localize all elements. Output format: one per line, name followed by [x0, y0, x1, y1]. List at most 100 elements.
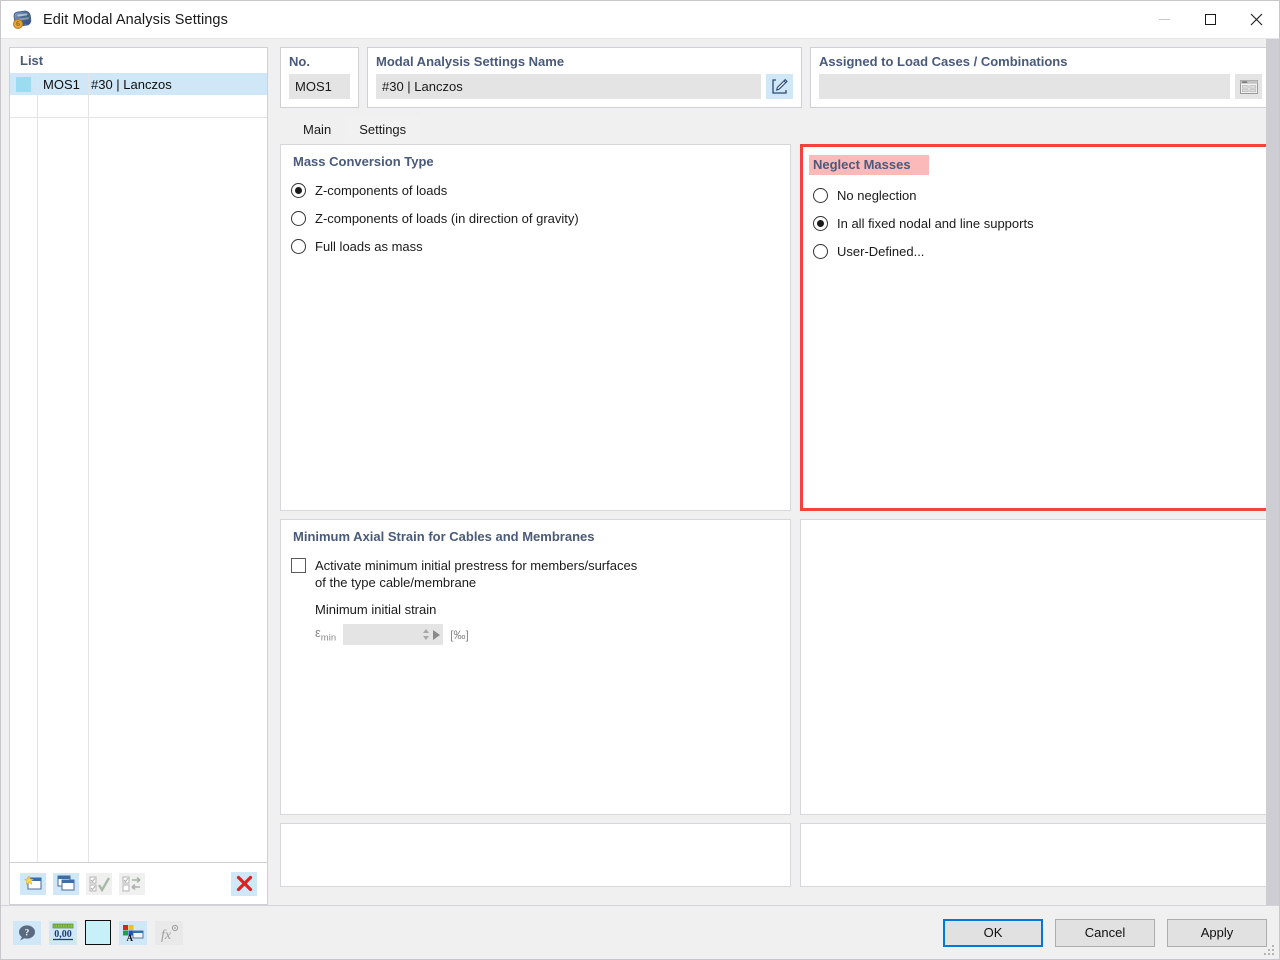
radio-icon [813, 244, 828, 259]
radio-icon [291, 183, 306, 198]
table-picker-icon [1239, 79, 1258, 94]
fx-formula-icon: fx [161, 924, 179, 942]
help-info-icon[interactable]: ? [13, 920, 41, 945]
ok-button[interactable]: OK [943, 918, 1043, 947]
number-format-icon: 0,00 [52, 923, 74, 941]
empty-panel-right-1 [800, 519, 1271, 815]
copy-window-icon [57, 875, 75, 891]
option-label: No neglection [837, 188, 917, 203]
delete-item-button[interactable] [231, 871, 257, 896]
name-label: Modal Analysis Settings Name [376, 54, 565, 69]
svg-text:0,00: 0,00 [54, 929, 72, 940]
panel-row-1: Mass Conversion Type Z-components of loa… [280, 144, 1271, 511]
settings-tab-panel: Mass Conversion Type Z-components of loa… [280, 143, 1271, 905]
min-axial-strain-group: Minimum Axial Strain for Cables and Memb… [280, 519, 791, 815]
checkbox-icon [291, 558, 306, 573]
option-label: Z-components of loads (in direction of g… [315, 211, 579, 226]
edit-name-button[interactable] [766, 74, 793, 99]
expand-arrow-icon[interactable] [433, 629, 441, 640]
resize-grip[interactable] [1264, 945, 1275, 956]
no-input[interactable] [289, 74, 350, 99]
list-rows: MOS1 #30 | Lanczos [10, 73, 267, 862]
select-all-icon [89, 876, 110, 892]
decimal-places-icon[interactable]: 0,00 [49, 920, 77, 945]
svg-text:A: A [127, 933, 134, 942]
tab-main[interactable]: Main [289, 117, 345, 143]
vertical-scrollbar[interactable] [1266, 39, 1279, 905]
neglect-masses-option-1[interactable]: In all fixed nodal and line supports [813, 215, 1258, 232]
neglect-masses-title: Neglect Masses [809, 155, 929, 175]
window-title: Edit Modal Analysis Settings [43, 11, 228, 28]
neglect-masses-option-2[interactable]: User-Defined... [813, 243, 1258, 260]
header-fields-row: No. Modal Analysis Settings Name [280, 47, 1271, 108]
minimum-initial-strain-input[interactable] [343, 624, 444, 645]
option-label: In all fixed nodal and line supports [837, 216, 1034, 231]
close-button[interactable] [1233, 1, 1279, 38]
assigned-input[interactable] [819, 74, 1230, 99]
list-item-name: #30 | Lanczos [91, 76, 172, 92]
panel-row-2: Minimum Axial Strain for Cables and Memb… [280, 519, 1271, 815]
mass-conversion-title: Mass Conversion Type [293, 154, 434, 169]
activate-min-prestress-checkbox-row[interactable]: Activate minimum initial prestress for m… [291, 557, 780, 591]
neglect-masses-group: Neglect Masses No neglection In all fixe… [800, 144, 1271, 511]
dialog-body: List MOS1 #30 | Lanczos No. MOS1 Modal A… [1, 39, 1279, 905]
maximize-icon [1204, 14, 1216, 25]
name-input[interactable] [376, 74, 761, 99]
main-pane: No. Modal Analysis Settings Name [276, 39, 1279, 905]
apply-button[interactable]: Apply [1167, 918, 1267, 947]
radio-icon [813, 216, 828, 231]
display-properties-icon[interactable]: A [119, 920, 147, 945]
style-properties-icon: A [123, 924, 144, 942]
list-header: List [10, 48, 267, 73]
cancel-button[interactable]: Cancel [1055, 918, 1155, 947]
strain-unit-label: [‰] [450, 627, 469, 642]
copy-item-button[interactable] [53, 872, 79, 895]
minimize-button[interactable] [1141, 1, 1187, 38]
spinner-arrows-icon[interactable] [423, 629, 430, 640]
neglect-masses-option-0[interactable]: No neglection [813, 187, 1258, 204]
mass-conversion-option-0[interactable]: Z-components of loads [291, 182, 780, 199]
minimum-initial-strain-label: Minimum initial strain [315, 602, 437, 617]
modal-analysis-icon: 6 [13, 9, 33, 30]
pencil-edit-icon [771, 78, 788, 94]
select-load-cases-button[interactable] [1235, 74, 1262, 99]
new-item-button[interactable] [20, 872, 46, 895]
invert-selection-button[interactable] [119, 872, 145, 895]
color-swatch-icon[interactable] [85, 920, 111, 945]
close-icon [1250, 13, 1262, 26]
maximize-button[interactable] [1187, 1, 1233, 38]
help-bubble-icon: ? [19, 924, 35, 940]
invert-selection-icon [122, 876, 140, 891]
list-pane: List MOS1 #30 | Lanczos [1, 39, 276, 905]
list-item[interactable]: MOS1 #30 | Lanczos [10, 73, 267, 95]
epsilon-min-label: εmin [315, 625, 337, 644]
mass-conversion-option-2[interactable]: Full loads as mass [291, 238, 780, 255]
radio-icon [291, 211, 306, 226]
assigned-field-group: Assigned to Load Cases / Combinations [810, 47, 1271, 108]
checkbox-label-line1: Activate minimum initial prestress for m… [315, 558, 638, 573]
select-all-button[interactable] [86, 872, 112, 895]
edit-modal-analysis-settings-dialog: 6 Edit Modal Analysis Settings List MOS1… [0, 0, 1280, 960]
tab-settings[interactable]: Settings [345, 117, 421, 143]
empty-panel-left-2 [280, 823, 791, 887]
mass-conversion-option-1[interactable]: Z-components of loads (in direction of g… [291, 210, 780, 227]
empty-panel-right-2 [800, 823, 1271, 887]
assigned-label: Assigned to Load Cases / Combinations [819, 54, 1068, 69]
tab-bar: Main Settings [280, 117, 1271, 143]
option-label: Z-components of loads [315, 183, 448, 198]
formula-icon[interactable]: fx [155, 920, 183, 945]
svg-text:?: ? [25, 927, 30, 937]
new-window-icon [23, 875, 42, 890]
list-item-no: MOS1 [43, 76, 80, 92]
delete-x-icon [236, 875, 252, 892]
settings-list: List MOS1 #30 | Lanczos [9, 47, 268, 863]
dialog-footer: ? 0,00 A fx OK Cancel Apply [1, 905, 1279, 959]
option-label: User-Defined... [837, 244, 925, 259]
list-item-color-swatch [10, 73, 37, 95]
minimum-initial-strain-row: εmin [‰] [315, 624, 780, 645]
min-axial-strain-title: Minimum Axial Strain for Cables and Memb… [293, 529, 595, 544]
option-label: Full loads as mass [315, 239, 423, 254]
minimize-icon [1158, 19, 1170, 20]
svg-text:fx: fx [161, 928, 172, 942]
radio-icon [813, 188, 828, 203]
